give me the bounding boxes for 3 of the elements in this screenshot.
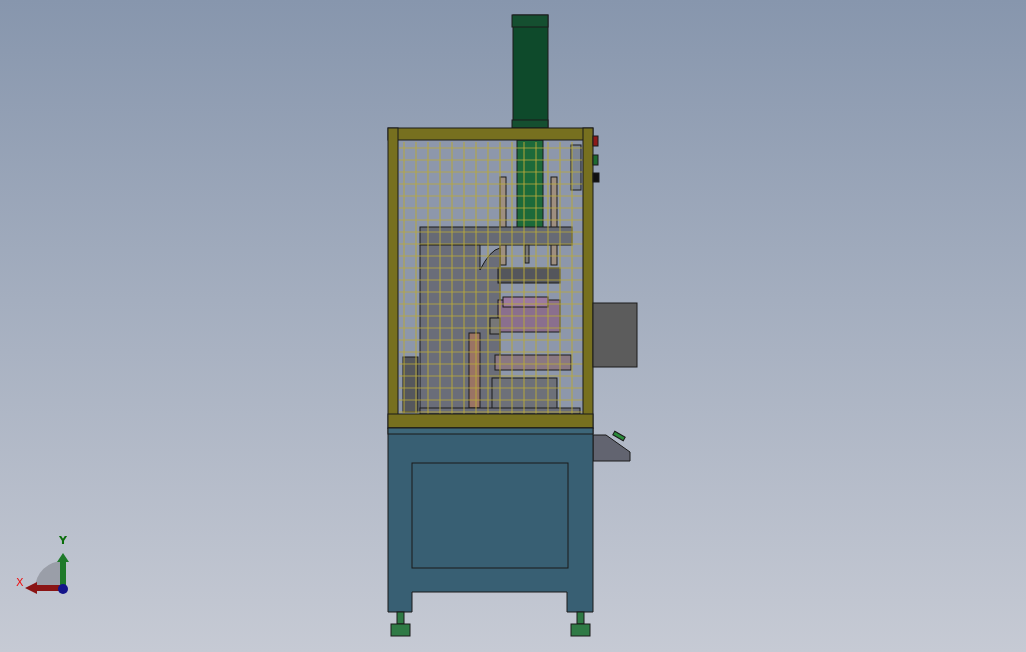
x-axis-label: X bbox=[16, 576, 24, 589]
axis-triad-icon bbox=[25, 553, 69, 594]
y-axis-label: Y bbox=[59, 534, 67, 547]
